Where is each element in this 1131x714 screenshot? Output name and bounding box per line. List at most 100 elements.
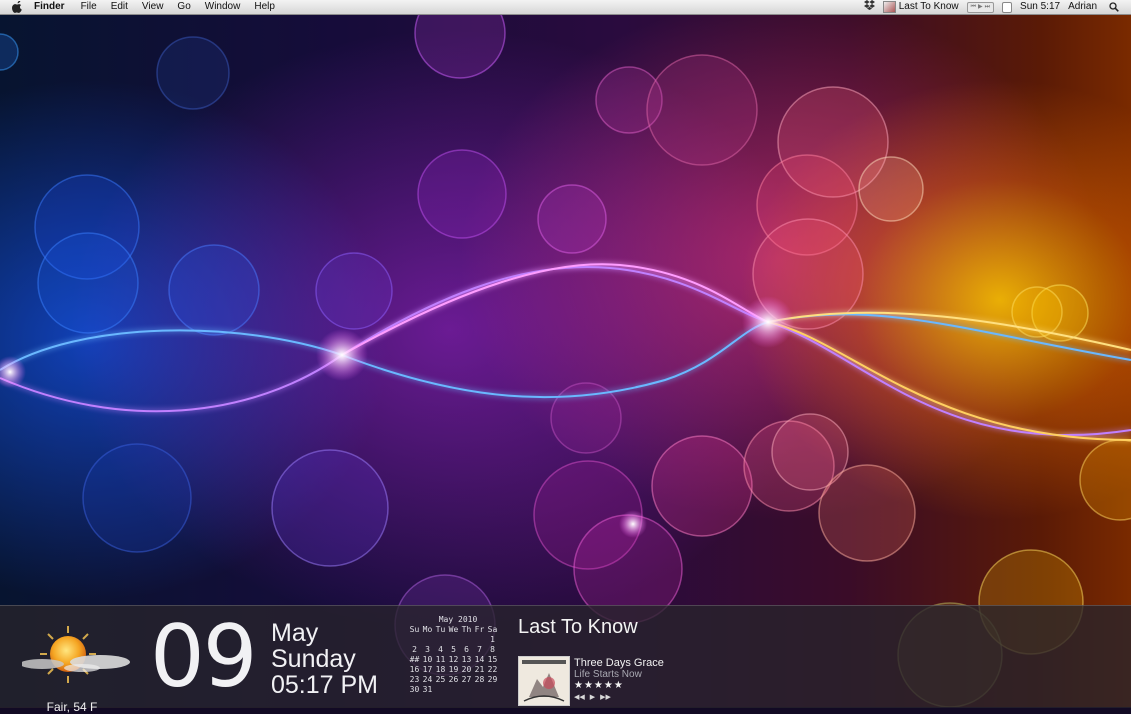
- calendar-day: 28: [474, 675, 485, 684]
- calendar-widget[interactable]: May 2010 Su Mo Tu We Th Fr Sa 1 2 3 4 5 …: [408, 615, 508, 695]
- calendar-day: 30: [409, 685, 420, 694]
- calendar-day: 16: [409, 665, 420, 674]
- menu-edit[interactable]: Edit: [111, 0, 128, 14]
- calendar-day: [421, 635, 434, 645]
- dropbox-icon[interactable]: [863, 0, 875, 15]
- calendar-weekday: Fr: [474, 625, 485, 634]
- calendar-day: [460, 635, 473, 645]
- calendar-day: [447, 635, 460, 645]
- calendar-day: [460, 685, 473, 695]
- calendar-weekday: Th: [461, 625, 472, 634]
- clock-weekday: Sunday: [271, 645, 356, 673]
- partly-sunny-icon: [20, 624, 134, 686]
- calendar-day: 23: [409, 675, 420, 684]
- calendar-weekday: We: [448, 625, 459, 634]
- menu-app-finder[interactable]: Finder: [34, 0, 65, 14]
- menu-user[interactable]: Adrian: [1068, 0, 1097, 14]
- now-playing-widget[interactable]: Last To Know Three Days Grace Life Start…: [518, 616, 768, 706]
- calendar-week-row: 30 31: [408, 685, 499, 695]
- calendar-day: [408, 635, 421, 645]
- calendar-day: 21: [474, 665, 485, 674]
- calendar-day: 7: [477, 645, 482, 654]
- clock-month: May: [271, 619, 319, 647]
- calendar-day: 1: [490, 635, 495, 644]
- play-icon[interactable]: ▶: [590, 694, 595, 701]
- spotlight-search-icon[interactable]: [1109, 2, 1121, 12]
- weather-widget[interactable]: Fair, 54 F: [20, 620, 134, 714]
- calendar-week-row: 1: [408, 635, 499, 645]
- calendar-day: 18: [435, 665, 446, 674]
- album-art[interactable]: [518, 656, 570, 706]
- calendar-weekday-row: Su Mo Tu We Th Fr Sa: [408, 625, 499, 635]
- calendar-weekday: Tu: [435, 625, 446, 634]
- battery-icon[interactable]: [1002, 1, 1013, 13]
- calendar-day: 29: [487, 675, 498, 684]
- menu-play-icon[interactable]: ▶: [978, 3, 983, 12]
- calendar-day: [473, 635, 486, 645]
- calendar-day: [447, 685, 460, 695]
- wallpaper-art: [0, 0, 1131, 707]
- menu-go[interactable]: Go: [177, 0, 190, 14]
- menu-track-title: Last To Know: [898, 1, 959, 12]
- calendar-day: 10: [422, 655, 433, 664]
- calendar-weekday: Mo: [422, 625, 433, 634]
- calendar-day: 2: [412, 645, 417, 654]
- menu-extras: Last To Know ⏮ ▶ ⏭ Sun 5:17 Adrian: [856, 0, 1131, 14]
- calendar-grid: Su Mo Tu We Th Fr Sa 1 2 3 4 5 6 7 8 ## …: [408, 625, 499, 695]
- apple-logo-icon[interactable]: [12, 1, 24, 13]
- calendar-weekday: Su: [409, 625, 420, 634]
- calendar-weekday: Sa: [487, 625, 498, 634]
- calendar-day: [434, 685, 447, 695]
- calendar-day: 4: [438, 645, 443, 654]
- calendar-week-row: 23 24 25 26 27 28 29: [408, 675, 499, 685]
- calendar-day: 14: [474, 655, 485, 664]
- next-track-icon[interactable]: ▶▶: [600, 694, 611, 701]
- star-rating[interactable]: ★★★★★: [574, 680, 624, 691]
- now-playing-title: Last To Know: [518, 616, 638, 638]
- calendar-day: 19: [448, 665, 459, 674]
- calendar-day: 27: [461, 675, 472, 684]
- menu-now-playing[interactable]: Last To Know: [882, 0, 959, 14]
- weather-label: Fair, 54 F: [46, 700, 98, 714]
- menu-next-icon[interactable]: ⏭: [985, 3, 990, 12]
- calendar-day: 8: [490, 645, 495, 654]
- menu-view[interactable]: View: [142, 0, 164, 14]
- menu-bar: Finder File Edit View Go Window Help Las…: [0, 0, 1131, 15]
- menu-help[interactable]: Help: [254, 0, 275, 14]
- calendar-day: 31: [422, 685, 433, 694]
- calendar-day: 5: [451, 645, 456, 654]
- calendar-day: [473, 685, 486, 695]
- now-playing-controls: ◀◀ ▶ ▶▶: [574, 693, 614, 701]
- calendar-day-today: ##: [409, 655, 420, 664]
- calendar-day: 22: [487, 665, 498, 674]
- calendar-day: 17: [422, 665, 433, 674]
- desktop-wallpaper: [0, 0, 1131, 707]
- clock-time: 05:17 PM: [271, 671, 379, 699]
- calendar-day: 24: [422, 675, 433, 684]
- menu-album-art: [882, 1, 896, 13]
- calendar-day: 20: [461, 665, 472, 674]
- calendar-day: 15: [487, 655, 498, 664]
- calendar-week-row: ## 10 11 12 13 14 15: [408, 655, 499, 665]
- previous-track-icon[interactable]: ◀◀: [574, 694, 585, 701]
- calendar-day: 12: [448, 655, 459, 664]
- clock-day: 09: [150, 607, 257, 707]
- widget-bar: Fair, 54 F 09 May Sunday 05:17 PM May 20…: [0, 605, 1131, 714]
- menu-window[interactable]: Window: [205, 0, 241, 14]
- calendar-day: 13: [461, 655, 472, 664]
- calendar-day: 3: [425, 645, 430, 654]
- calendar-day: [434, 635, 447, 645]
- calendar-day: 26: [448, 675, 459, 684]
- menu-previous-icon[interactable]: ⏮: [971, 3, 976, 12]
- menu-clock[interactable]: Sun 5:17: [1020, 0, 1060, 14]
- menu-playback-controls[interactable]: ⏮ ▶ ⏭: [966, 1, 995, 13]
- calendar-day: 6: [464, 645, 469, 654]
- calendar-week-row: 16 17 18 19 20 21 22: [408, 665, 499, 675]
- now-playing-artist: Three Days Grace: [574, 657, 664, 669]
- clock-details: May Sunday 05:17 PM: [271, 620, 378, 698]
- calendar-day: [486, 685, 499, 695]
- calendar-day: 11: [435, 655, 446, 664]
- calendar-day: 25: [435, 675, 446, 684]
- now-playing-album: Life Starts Now: [574, 669, 642, 680]
- menu-file[interactable]: File: [81, 0, 97, 14]
